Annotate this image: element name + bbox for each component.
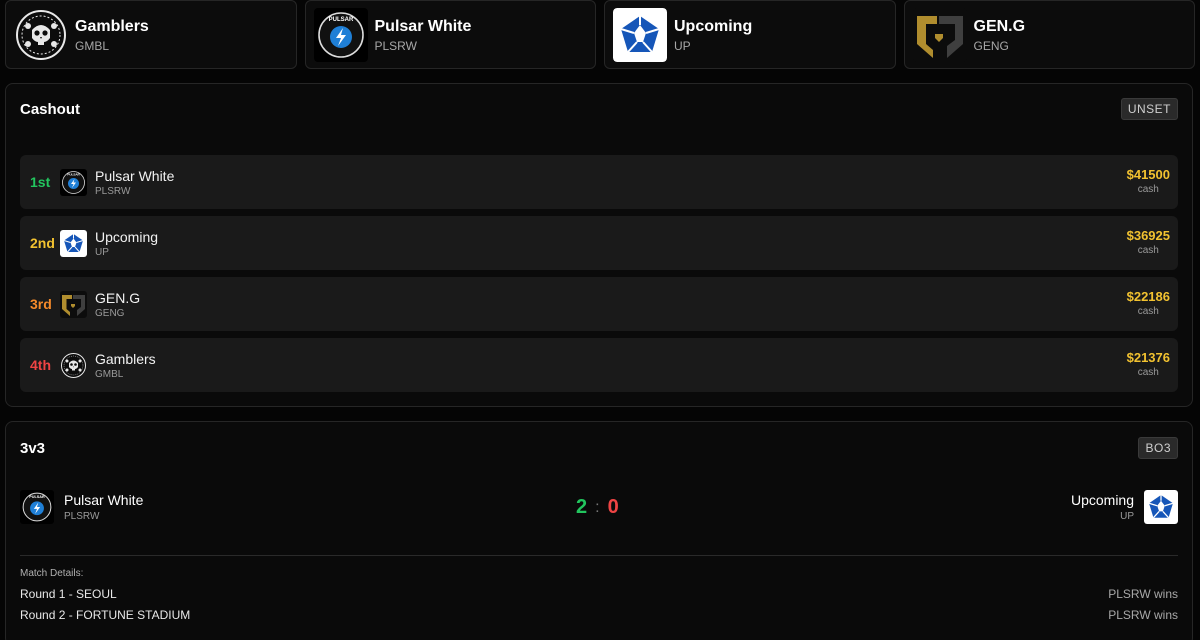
ranking-row[interactable]: 1st Pulsar White PLSRW $41500 cash	[20, 155, 1178, 209]
match-details-label: Match Details:	[20, 568, 84, 579]
home-score: 2	[576, 496, 588, 518]
team-abbr: UP	[674, 38, 691, 53]
cash-amount-block: $22186 cash	[1127, 289, 1170, 317]
cashout-ranking-list: 1st Pulsar White PLSRW $41500 cash 2nd U…	[20, 155, 1178, 392]
cash-amount: $21376	[1126, 350, 1170, 365]
cashout-status-badge[interactable]: UNSET	[1120, 98, 1178, 120]
geng-gold-logo-icon	[913, 8, 967, 62]
cash-amount-block: $41500 cash	[1127, 167, 1170, 195]
team-name: Gamblers	[75, 17, 149, 35]
away-score: 0	[607, 496, 619, 518]
cashout-title: Cashout	[20, 101, 80, 118]
cashout-panel: Cashout UNSET 1st Pulsar White PLSRW $41…	[5, 83, 1193, 407]
gamblers-skull-logo-icon	[14, 8, 68, 62]
team-name: Pulsar White	[374, 17, 472, 35]
rank-position: 4th	[30, 357, 51, 373]
team-card-geng[interactable]: GEN.G GENG	[903, 0, 1195, 69]
rank-position: 3rd	[30, 296, 52, 312]
match-score: 2 : 0	[576, 496, 619, 519]
score-separator: :	[595, 498, 600, 516]
cash-label: cash	[1137, 184, 1159, 195]
upcoming-pentagon-logo-icon	[1144, 490, 1178, 524]
cash-label: cash	[1137, 245, 1159, 256]
team-name: GEN.G	[973, 17, 1026, 35]
round-result: PLSRW wins	[1108, 608, 1178, 622]
round-name: Round 1 - SEOUL	[20, 587, 117, 601]
rank-position: 1st	[30, 174, 51, 190]
ranking-row[interactable]: 3rd GEN.G GENG $22186 cash	[20, 277, 1178, 331]
round-row: Round 2 - FORTUNE STADIUM PLSRW wins	[20, 608, 1178, 624]
home-team-abbr: PLSRW	[64, 511, 100, 522]
round-name: Round 2 - FORTUNE STADIUM	[20, 608, 191, 622]
divider	[20, 555, 1178, 556]
team-abbr: GENG	[973, 38, 1009, 53]
team-abbr: PLSRW	[95, 185, 131, 197]
team-name: GEN.G	[95, 289, 141, 306]
home-team[interactable]: Pulsar White PLSRW	[20, 490, 143, 524]
ranking-row[interactable]: 4th Gamblers GMBL $21376 cash	[20, 338, 1178, 392]
home-team-name: Pulsar White	[64, 492, 144, 508]
gamblers-skull-logo-icon	[60, 352, 87, 379]
cash-amount: $36925	[1126, 228, 1170, 243]
geng-gold-logo-icon	[60, 291, 87, 318]
rank-position: 2nd	[30, 235, 55, 251]
team-card-pulsar-white[interactable]: Pulsar White PLSRW	[304, 0, 596, 69]
team-abbr: PLSRW	[374, 38, 417, 53]
pulsar-lightning-logo-icon	[314, 8, 368, 62]
team-name: Pulsar White	[95, 167, 175, 184]
match-title: 3v3	[20, 440, 46, 457]
cash-amount: $41500	[1126, 167, 1170, 182]
team-name: Upcoming	[674, 17, 753, 35]
cash-label: cash	[1137, 367, 1159, 378]
cash-label: cash	[1137, 306, 1159, 317]
team-abbr: UP	[95, 246, 109, 258]
team-card-gamblers[interactable]: Gamblers GMBL	[5, 0, 297, 69]
cash-amount-block: $21376 cash	[1127, 350, 1170, 378]
away-team-name: Upcoming	[1070, 492, 1134, 508]
match-format-badge: BO3	[1138, 437, 1178, 459]
away-team-abbr: UP	[1120, 511, 1134, 522]
team-card-upcoming[interactable]: Upcoming UP	[604, 0, 896, 69]
round-row: Round 1 - SEOUL PLSRW wins	[20, 587, 1178, 603]
away-team[interactable]: Upcoming UP	[1071, 490, 1178, 524]
match-panel: 3v3 BO3 Pulsar White PLSRW 2 : 0 Upcomin…	[5, 421, 1193, 640]
team-abbr: GMBL	[75, 38, 110, 53]
round-result: PLSRW wins	[1108, 587, 1178, 601]
ranking-row[interactable]: 2nd Upcoming UP $36925 cash	[20, 216, 1178, 270]
pulsar-lightning-logo-icon	[60, 169, 87, 196]
team-name: Upcoming	[95, 228, 159, 245]
upcoming-pentagon-logo-icon	[613, 8, 667, 62]
team-name: Gamblers	[95, 350, 156, 367]
team-cards-row: Gamblers GMBL Pulsar White PLSRW Upcomin…	[5, 0, 1195, 69]
cash-amount-block: $36925 cash	[1127, 228, 1170, 256]
cash-amount: $22186	[1126, 289, 1170, 304]
upcoming-pentagon-logo-icon	[60, 230, 87, 257]
team-abbr: GENG	[95, 307, 125, 319]
pulsar-lightning-logo-icon	[20, 490, 54, 524]
team-abbr: GMBL	[95, 368, 124, 380]
